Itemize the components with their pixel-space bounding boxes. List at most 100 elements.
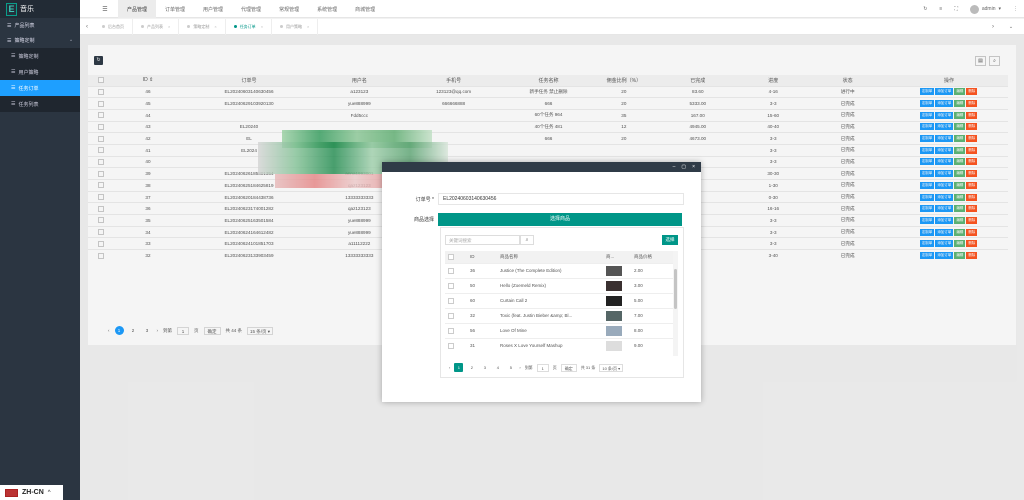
tab-home[interactable]: 后台首页 [94,18,133,35]
pager-prev-icon[interactable]: ‹ [449,365,450,370]
tab-strategy[interactable]: 策略定制 × [179,18,226,35]
edit-button[interactable]: 编辑 [954,158,966,166]
per-page-select[interactable]: 15 条/页 ▾ [247,326,274,335]
refresh-icon[interactable]: ↻ [923,6,927,12]
add-order-button[interactable]: 添加订单 [935,146,954,154]
page-1[interactable]: 1 [114,326,124,335]
search-icon[interactable]: ⌕ [989,56,1000,66]
page-4[interactable]: 4 [493,363,502,372]
edit-button[interactable]: 编辑 [954,100,966,108]
add-order-button[interactable]: 添加订单 [935,123,954,131]
tab-user-strategy[interactable]: 用户策略 × [272,18,319,35]
row-checkbox[interactable] [88,214,114,227]
language-switcher[interactable]: ZH-CN ^ [0,485,63,500]
add-order-button[interactable]: 添加订单 [935,158,954,166]
customize-button[interactable]: 定制单 [919,181,935,189]
row-checkbox[interactable] [445,322,467,338]
topnav-item-orders[interactable]: 订单管理 [156,0,194,18]
add-order-button[interactable]: 添加订单 [935,135,954,143]
customize-button[interactable]: 定制单 [919,88,935,96]
close-icon[interactable]: × [214,24,216,29]
page-input[interactable]: 1 [177,326,189,335]
row-checkbox[interactable] [88,202,114,215]
product-row[interactable]: 31 Roses X Love Yourself Mashup 9.00 [445,337,677,353]
row-checkbox[interactable] [88,179,114,192]
menu-toggle-icon[interactable]: ☰ [92,0,118,18]
tabs-menu-icon[interactable]: ⌄ [1004,19,1018,35]
close-icon[interactable]: × [168,24,170,29]
add-order-button[interactable]: 添加订单 [935,205,954,213]
row-checkbox[interactable] [88,190,114,203]
row-checkbox[interactable] [88,155,114,168]
customize-button[interactable]: 定制单 [919,135,935,143]
customize-button[interactable]: 定制单 [919,111,935,119]
row-checkbox[interactable] [88,237,114,250]
customize-button[interactable]: 定制单 [919,123,935,131]
order-number-field[interactable]: EL20240603140630456 [438,193,684,205]
goto-button[interactable]: 确定 [560,363,577,372]
edit-button[interactable]: 编辑 [954,88,966,96]
add-order-button[interactable]: 添加订单 [935,193,954,201]
edit-button[interactable]: 编辑 [954,146,966,154]
close-icon[interactable]: × [692,164,695,170]
sidebar-item-strategy[interactable]: ☰ 策略定制 ^ [0,33,80,48]
delete-button[interactable]: 删除 [966,88,978,96]
row-checkbox[interactable] [88,132,114,145]
delete-button[interactable]: 删除 [966,111,978,119]
add-order-button[interactable]: 添加订单 [935,100,954,108]
product-row[interactable]: 60 Curtain Call 2 5.00 [445,292,677,308]
customize-button[interactable]: 定制单 [919,170,935,178]
customize-button[interactable]: 定制单 [919,216,935,224]
topnav-item-mall[interactable]: 商城管理 [346,0,384,18]
logo[interactable]: E 音乐 [0,0,80,18]
fullscreen-icon[interactable]: ⛶ [954,6,958,12]
row-checkbox[interactable] [445,337,467,353]
delete-button[interactable]: 删除 [966,193,978,201]
customize-button[interactable]: 定制单 [919,252,935,260]
close-icon[interactable]: × [307,24,309,29]
page-2[interactable]: 2 [467,363,476,372]
row-checkbox[interactable] [88,97,114,110]
select-product-bar[interactable]: 选择商品 [438,213,682,226]
edit-button[interactable]: 编辑 [954,228,966,236]
page-5[interactable]: 5 [506,363,515,372]
customize-button[interactable]: 定制单 [919,193,935,201]
edit-button[interactable]: 编辑 [954,252,966,260]
edit-button[interactable]: 编辑 [954,170,966,178]
topnav-item-system[interactable]: 系统管理 [308,0,346,18]
row-checkbox[interactable] [445,262,467,278]
product-row[interactable]: 36 Justice (The Complete Edition) 2.00 [445,262,677,278]
goto-button[interactable]: 确定 [203,326,221,335]
sidebar-subitem-task-list[interactable]: ☰ 任务列表 [0,96,80,112]
select-all-checkbox[interactable] [88,75,114,86]
page-3[interactable]: 3 [480,363,489,372]
row-checkbox[interactable] [88,120,114,133]
clear-icon[interactable]: ≡ [939,6,942,12]
customize-button[interactable]: 定制单 [919,228,935,236]
product-row[interactable]: 50 Hello (Zoemeld Remix) 3.00 [445,277,677,293]
scrollbar-thumb[interactable] [674,269,677,309]
customize-button[interactable]: 定制单 [919,205,935,213]
delete-button[interactable]: 删除 [966,100,978,108]
edit-button[interactable]: 编辑 [954,216,966,224]
add-order-button[interactable]: 添加订单 [935,170,954,178]
row-checkbox[interactable] [88,108,114,122]
sidebar-subitem-strategy-custom[interactable]: ☰ 策略定制 [0,48,80,64]
delete-button[interactable]: 删除 [966,170,978,178]
page-3[interactable]: 3 [143,326,152,335]
col-id[interactable]: ID ⇕ [113,75,183,86]
delete-button[interactable]: 删除 [966,240,978,248]
close-icon[interactable]: × [261,24,263,29]
select-all-checkbox[interactable] [445,251,467,263]
add-order-button[interactable]: 添加订单 [935,240,954,248]
maximize-icon[interactable]: ▢ [681,164,686,170]
row-checkbox[interactable] [88,225,114,238]
refresh-button[interactable]: ↻ [94,56,103,65]
customize-button[interactable]: 定制单 [919,100,935,108]
row-checkbox[interactable] [445,277,467,293]
edit-button[interactable]: 编辑 [954,205,966,213]
tab-products[interactable]: 产品列表 × [133,18,180,35]
customize-button[interactable]: 定制单 [919,158,935,166]
row-checkbox[interactable] [445,307,467,323]
edit-button[interactable]: 编辑 [954,181,966,189]
